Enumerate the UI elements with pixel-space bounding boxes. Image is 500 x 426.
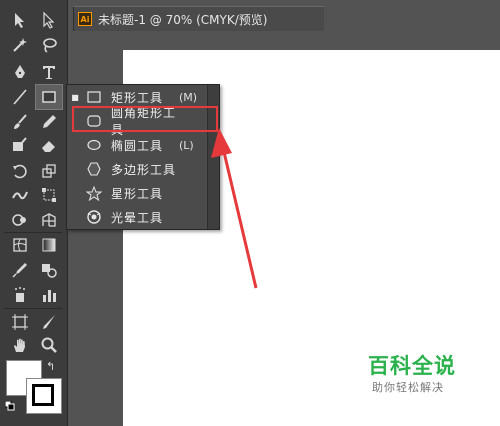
pencil-tool[interactable] bbox=[36, 110, 62, 134]
pen-tool[interactable] bbox=[7, 60, 33, 84]
rotate-icon bbox=[13, 164, 27, 179]
selection-tool[interactable] bbox=[7, 8, 33, 32]
free-transform-tool[interactable] bbox=[36, 183, 62, 207]
ellipse-icon bbox=[87, 139, 101, 151]
eraser-tool[interactable] bbox=[36, 133, 62, 157]
flyout-item-label: 矩形工具 bbox=[111, 90, 164, 105]
gradient-tool[interactable] bbox=[36, 233, 62, 257]
flyout-item-shortcut: (M) bbox=[179, 90, 198, 104]
polygon-icon bbox=[87, 162, 101, 176]
star-icon bbox=[86, 185, 102, 201]
document-tab-title: 未标题-1 @ 70% (CMYK/预览) bbox=[98, 12, 268, 27]
symbol-sprayer-tool[interactable] bbox=[7, 283, 33, 307]
hand-icon bbox=[14, 338, 25, 352]
blend-tool[interactable] bbox=[36, 258, 62, 282]
perspective-grid-icon bbox=[42, 212, 56, 227]
artboard-icon bbox=[12, 314, 28, 330]
eyedropper-tool[interactable] bbox=[7, 258, 33, 282]
shape-builder-tool[interactable] bbox=[7, 208, 33, 232]
pencil-icon bbox=[43, 115, 56, 128]
flare-icon bbox=[87, 210, 101, 224]
blob-brush-tool[interactable] bbox=[7, 133, 33, 157]
column-graph-icon bbox=[43, 290, 56, 302]
toolbar-divider bbox=[4, 308, 62, 309]
column-graph-tool[interactable] bbox=[36, 283, 62, 307]
magic-wand-icon bbox=[13, 38, 27, 52]
perspective-grid-tool[interactable] bbox=[36, 208, 62, 232]
eraser-icon bbox=[42, 141, 55, 152]
scale-tool[interactable] bbox=[36, 159, 62, 183]
slice-icon bbox=[43, 315, 55, 329]
zoom-tool[interactable] bbox=[36, 333, 62, 357]
tools-panel: ↰ bbox=[0, 0, 68, 426]
document-tab[interactable]: Ai 未标题-1 @ 70% (CMYK/预览) bbox=[73, 6, 324, 31]
flyout-item-flare[interactable]: 光晕工具 bbox=[67, 205, 207, 229]
flyout-item-label: 星形工具 bbox=[111, 186, 164, 201]
gradient-icon bbox=[42, 238, 56, 252]
shape-builder-icon bbox=[12, 214, 26, 226]
illustrator-app-icon: Ai bbox=[78, 12, 92, 26]
paintbrush-tool[interactable] bbox=[7, 110, 33, 134]
hand-tool[interactable] bbox=[7, 333, 33, 357]
blob-brush-icon bbox=[13, 137, 27, 151]
magic-wand-tool[interactable] bbox=[7, 33, 33, 57]
flyout-item-ellipse[interactable]: 椭圆工具 (L) bbox=[67, 133, 207, 157]
flyout-item-star[interactable]: 星形工具 bbox=[67, 181, 207, 205]
type-tool[interactable] bbox=[36, 60, 62, 84]
rotate-tool[interactable] bbox=[7, 159, 33, 183]
watermark-subtitle: 助你轻松解决 bbox=[372, 381, 444, 394]
blend-icon bbox=[42, 264, 57, 278]
paintbrush-icon bbox=[14, 114, 27, 129]
flyout-item-polygon[interactable]: 多边形工具 bbox=[67, 157, 207, 181]
lasso-icon bbox=[43, 38, 57, 53]
line-segment-icon bbox=[13, 89, 27, 105]
rectangle-icon bbox=[42, 91, 56, 103]
flyout-item-label: 椭圆工具 bbox=[111, 138, 164, 153]
direct-selection-arrow-icon bbox=[43, 11, 55, 29]
artboard-tool[interactable] bbox=[7, 310, 33, 334]
scale-icon bbox=[42, 164, 56, 178]
stroke-color-swatch[interactable] bbox=[26, 378, 62, 414]
type-icon bbox=[43, 66, 55, 79]
flyout-item-label: 多边形工具 bbox=[111, 162, 177, 177]
width-tool[interactable] bbox=[7, 183, 33, 207]
flyout-item-label: 光晕工具 bbox=[111, 210, 164, 225]
mesh-tool[interactable] bbox=[7, 233, 33, 257]
watermark-title: 百科全说 bbox=[368, 354, 456, 378]
selected-bullet-icon: ■ bbox=[71, 92, 79, 102]
free-transform-icon bbox=[42, 188, 56, 202]
zoom-icon bbox=[41, 337, 57, 353]
swap-colors-icon[interactable]: ↰ bbox=[46, 360, 55, 373]
width-icon bbox=[12, 191, 28, 200]
mesh-icon bbox=[13, 238, 27, 252]
pen-icon bbox=[15, 65, 25, 78]
flyout-item-shortcut: (L) bbox=[179, 138, 194, 152]
rectangle-icon bbox=[87, 91, 101, 103]
line-segment-tool[interactable] bbox=[7, 85, 33, 109]
highlight-rectangle bbox=[72, 106, 218, 132]
eyedropper-icon bbox=[12, 263, 27, 278]
default-colors-icon[interactable] bbox=[5, 401, 15, 411]
direct-selection-tool[interactable] bbox=[36, 8, 62, 32]
selection-arrow-icon bbox=[15, 13, 24, 28]
symbol-sprayer-icon bbox=[15, 287, 25, 302]
slice-tool[interactable] bbox=[36, 310, 62, 334]
rectangle-tool[interactable] bbox=[35, 84, 63, 110]
lasso-tool[interactable] bbox=[36, 33, 62, 57]
